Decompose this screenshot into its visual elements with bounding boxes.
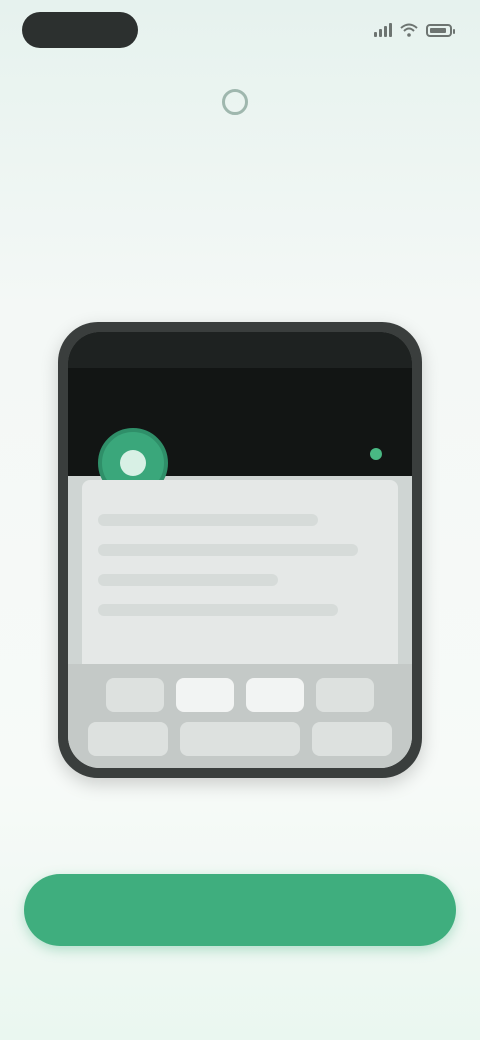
status-time [22, 12, 138, 48]
brand-logo-icon [222, 89, 248, 115]
phone-status-area [68, 332, 412, 368]
phone-screen [68, 332, 412, 768]
phone-preview-image [58, 322, 422, 778]
signal-icon [374, 23, 392, 37]
brand-header [0, 80, 480, 124]
footer-links [0, 962, 480, 990]
online-indicator-icon [370, 448, 382, 460]
message-panel [82, 480, 398, 680]
status-bar [0, 0, 480, 60]
page-title [40, 164, 440, 220]
wifi-icon [400, 23, 418, 37]
battery-icon [426, 23, 455, 37]
keyboard-illustration [68, 664, 412, 768]
status-icons [374, 18, 455, 42]
page-subtitle [60, 226, 420, 286]
primary-action-button[interactable] [24, 874, 456, 946]
